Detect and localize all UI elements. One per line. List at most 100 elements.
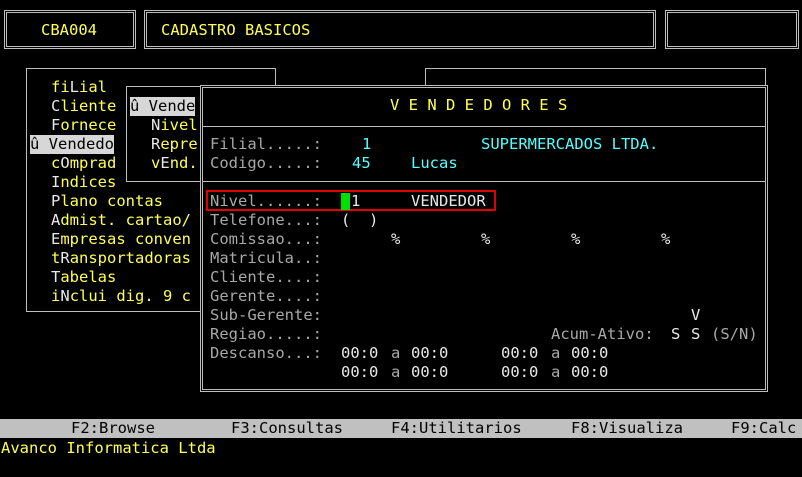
acum-ativo-hint: (S/N) [711,325,758,343]
descanso-time-field[interactable]: 00:0 [571,344,608,363]
acum-ativo-value-2[interactable]: S [691,325,700,344]
filial-label: Filial.....: [210,135,322,153]
descanso-time-field[interactable]: 00:0 [341,344,378,363]
menu-item-prefix: c [51,154,61,172]
section-separator [203,181,765,182]
comissao-pct-4[interactable]: % [661,230,670,249]
menu-item[interactable]: Tabelas [51,268,116,287]
matricula-label: Matricula..: [210,249,322,267]
comissao-label: Comissao...: [210,230,322,248]
descanso-time-field[interactable]: 00:0 [341,363,378,382]
function-key-bar: F2:Browse F3:Consultas F4:Utilitarios F8:Vi… [0,419,802,438]
nivel-label: Nivel......: [210,192,322,210]
codigo-label: Codigo.....: [210,154,322,172]
menu-item-hotkey: R [60,249,70,267]
descanso-time-field[interactable]: 00:0 [501,344,538,363]
menu-item[interactable]: tRansportadoras [51,249,191,268]
nivel-description: VENDEDOR [411,192,486,210]
menu-item-label: ornece [60,116,117,134]
menu-item-prefix: fi [51,78,70,96]
menu-item-label: lano contas [60,192,163,210]
function-key-f4[interactable]: F4:Utilitarios [391,419,522,438]
menu-item[interactable]: Admist. cartao/ [51,211,191,230]
menu-item-hotkey: T [51,268,61,286]
submenu-item[interactable]: Nivel [151,116,198,135]
submenu-item[interactable]: û Vende [130,97,196,116]
descanso-time-field[interactable]: 00:0 [571,363,608,382]
acum-ativo-value-1[interactable]: S [671,325,680,344]
menu-item-hotkey: E [51,230,61,248]
subgerente-value[interactable]: V [691,306,700,325]
menu-item-hotkey: O [60,154,70,172]
menu-item[interactable]: Empresas conven [51,230,191,249]
comissao-pct-1[interactable]: % [391,230,400,249]
comissao-pct-2[interactable]: % [481,230,490,249]
submenu-item-label: ende [158,97,196,115]
program-code: CBA004 [41,21,97,39]
menu-item[interactable]: cOmprad [51,154,116,173]
submenu-item-hotkey: N [151,116,161,134]
menu-item[interactable]: Indices [51,173,116,192]
function-key-code: F9: [731,419,759,437]
menu-item-hotkey: L [69,78,80,96]
descanso-separator: a [391,344,401,362]
comissao-pct-3[interactable]: % [571,230,580,249]
descanso-separator: a [551,363,561,381]
function-key-label: Consultas [259,419,343,437]
menu-item-prefix: t [51,249,61,267]
submenu-item-prefix: v [151,154,161,172]
regiao-label: Regiao.....: [210,325,322,343]
descanso-label: Descanso...: [210,344,322,362]
menu-item-label: endedo [58,135,115,153]
menu-item-hotkey: P [51,192,61,210]
nivel-field[interactable]: 1 [351,192,360,211]
function-key-code: F2: [71,419,99,437]
menu-item-hotkey: F [51,116,61,134]
descanso-time-field[interactable]: 00:0 [501,363,538,382]
subgerente-label: Sub-Gerente: [210,306,322,324]
function-key-f3[interactable]: F3:Consultas [231,419,343,438]
submenu-item-label: epre [160,135,198,153]
submenu-item-hotkey: R [151,135,161,153]
telefone-field[interactable]: ( ) [341,211,378,230]
menu-item-label: clui dig. 9 c [69,287,192,305]
menu-item[interactable]: Plano contas [51,192,163,211]
descanso-time-field[interactable]: 00:0 [411,363,448,382]
menu-item[interactable]: fiLial [51,78,107,97]
header-right-box [665,10,799,49]
menu-item[interactable]: û Vendedo [30,135,115,154]
function-key-label: Calc [759,419,797,437]
submenu-item-hotkey: E [160,154,170,172]
menu-item-prefix: û [30,135,49,153]
function-key-f8[interactable]: F8:Visualiza [571,419,683,438]
submenu-item-label: nd. [169,154,198,172]
menu-item-label: mprad [69,154,117,172]
menu-item-hotkey: C [51,97,61,115]
function-key-label: Visualiza [599,419,683,437]
menu-item-label: ndices [60,173,117,191]
menu-item[interactable]: Cliente [51,97,116,116]
descanso-time-field[interactable]: 00:0 [411,344,448,363]
title-separator [203,126,765,127]
filial-code[interactable]: 1 [362,135,371,154]
menu-item-label: abelas [60,268,117,286]
function-key-f9[interactable]: F9:Calc [731,419,796,438]
submenu-item-label: ivel [160,116,198,134]
submenu-item-hotkey: V [148,97,159,115]
submenu-item[interactable]: vEnd. [151,154,198,173]
menu-item[interactable]: Fornece [51,116,116,135]
function-key-f2[interactable]: F2:Browse [71,419,155,438]
codigo-field[interactable]: 45 [352,154,371,173]
submenu-item-prefix: û [130,97,149,115]
menu-item-label: ansportadoras [69,249,192,267]
filial-name: SUPERMERCADOS LTDA. [481,135,659,153]
function-key-label: Browse [99,419,155,437]
function-key-code: F8: [571,419,599,437]
text-cursor [341,193,350,210]
menu-item-label: mpresas conven [60,230,191,248]
submenu-item[interactable]: Repre [151,135,198,154]
menu-item[interactable]: iNclui dig. 9 c [51,287,191,306]
function-key-label: Utilitarios [419,419,522,437]
codigo-name: Lucas [411,154,458,172]
screen-title: CADASTRO BASICOS [161,21,311,39]
